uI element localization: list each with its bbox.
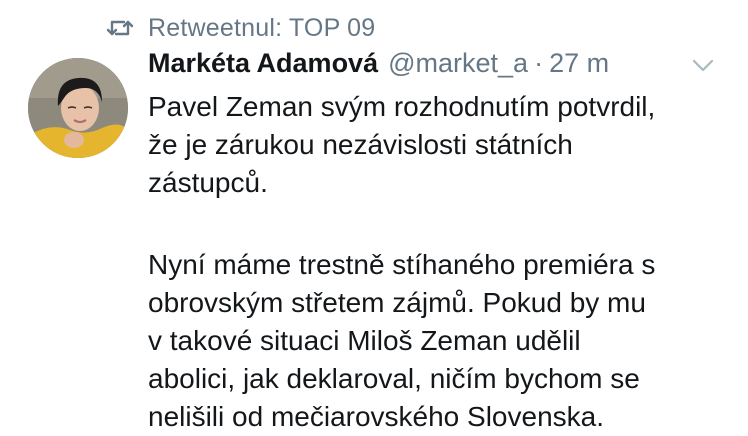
tweet[interactable]: Retweetnul: TOP 09 Markéta Adamová @mark… (0, 0, 748, 436)
author-handle[interactable]: @market_a (388, 48, 528, 79)
retweet-indicator[interactable]: Retweetnul: TOP 09 (106, 10, 375, 46)
text-line: obrovským střetem zájmů. Pokud by mu (148, 287, 646, 318)
text-line: Pavel Zeman svým rozhodnutím potvrdil, (148, 91, 656, 122)
text-line: že je zárukou nezávislosti státních (148, 129, 573, 160)
avatar[interactable] (28, 58, 128, 158)
tweet-header: Markéta Adamová @market_a · 27 m (148, 48, 609, 86)
separator-dot: · (534, 48, 544, 78)
retweet-icon (106, 14, 134, 42)
retweet-label: Retweetnul: TOP 09 (148, 13, 376, 42)
text-line: zástupců. (148, 167, 268, 198)
paragraph-break (148, 202, 738, 246)
text-line: nelišili od mečiarovského Slovenska. (148, 401, 604, 432)
text-line: v takové situaci Miloš Zeman udělil (148, 325, 581, 356)
author-name[interactable]: Markéta Adamová (148, 48, 378, 79)
chevron-down-icon[interactable] (690, 56, 716, 76)
tweet-text: Pavel Zeman svým rozhodnutím potvrdil, ž… (148, 88, 738, 436)
text-line: Nyní máme trestně stíhaného premiéra s (148, 249, 656, 280)
timestamp[interactable]: 27 m (549, 48, 609, 79)
text-line: abolici, jak deklaroval, ničím bychom se (148, 363, 640, 394)
